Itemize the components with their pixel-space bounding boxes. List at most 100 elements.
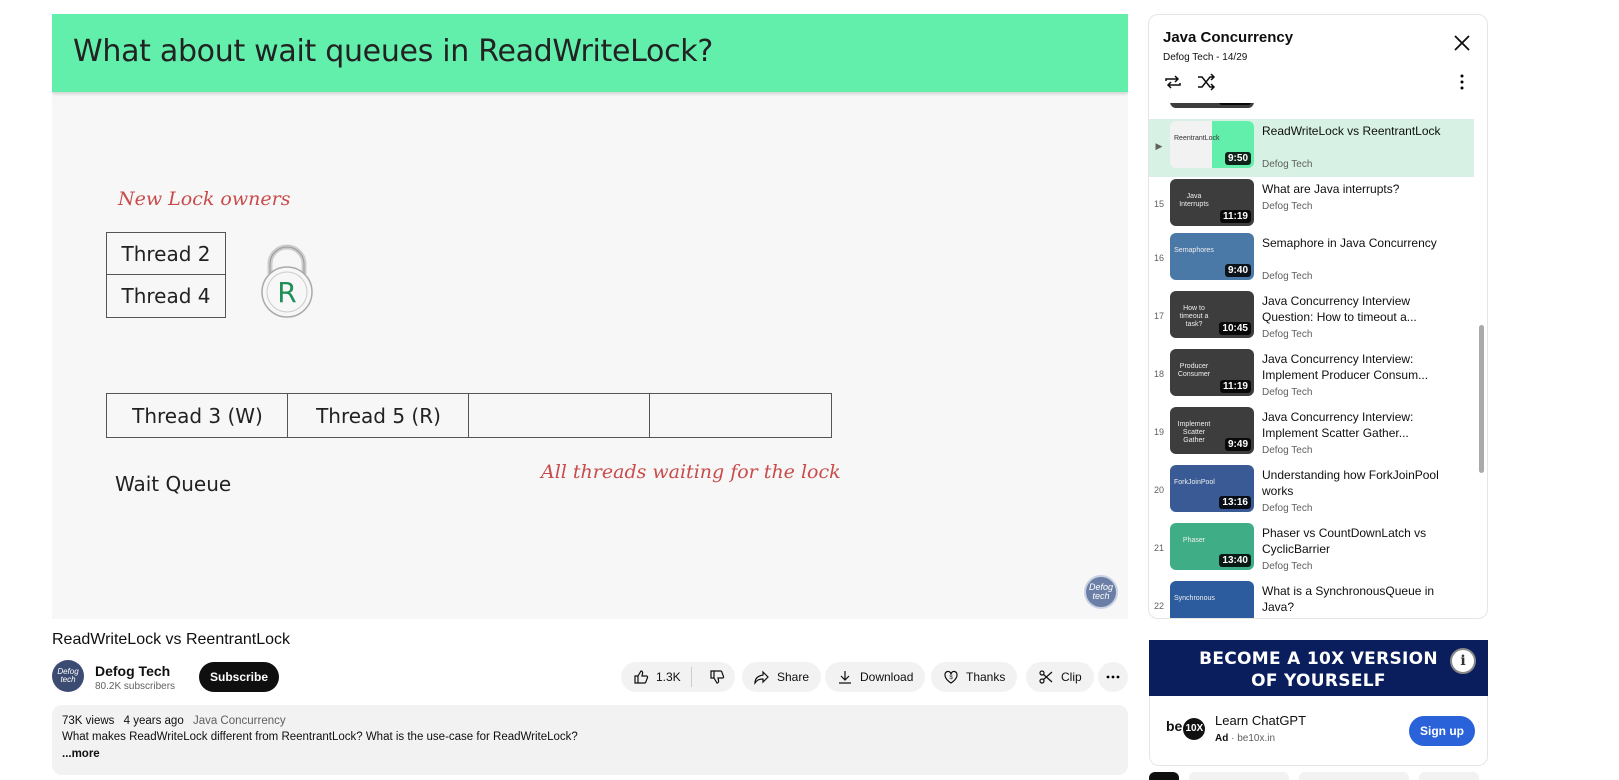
- playlist-item-title[interactable]: Phaser vs CountDownLatch vs CyclicBarrie…: [1262, 525, 1452, 557]
- more-actions-button[interactable]: [1098, 662, 1128, 692]
- video-thumbnail[interactable]: Java Interrupts 11:19: [1170, 179, 1254, 226]
- playlist-item-title[interactable]: Java Concurrency Interview Question: How…: [1262, 293, 1452, 325]
- playlist-item-channel: Defog Tech: [1262, 503, 1313, 514]
- video-thumbnail[interactable]: ReentrantLock13:17: [1170, 103, 1254, 108]
- like-button[interactable]: 1.3K: [621, 667, 692, 687]
- video-thumbnail[interactable]: ReentrantLock 9:50: [1170, 121, 1254, 168]
- dislike-button[interactable]: [699, 669, 735, 685]
- ad-label: Ad: [1215, 733, 1229, 744]
- thanks-button[interactable]: $ Thanks: [931, 662, 1018, 692]
- playlist-item-channel: Defog Tech: [1262, 445, 1313, 456]
- channel-name[interactable]: Defog Tech: [95, 663, 170, 679]
- playlist-item-index: 15: [1153, 199, 1164, 209]
- filter-chip[interactable]: [1189, 772, 1289, 780]
- filter-chip[interactable]: [1419, 772, 1479, 780]
- playlist-item-title[interactable]: Java Concurrency Interview: Implement Sc…: [1262, 409, 1452, 441]
- video-thumbnail[interactable]: How to timeout a task? 10:45: [1170, 291, 1254, 338]
- description-box[interactable]: 73K views 4 years ago Java Concurrency W…: [52, 705, 1128, 775]
- ad-title[interactable]: Learn ChatGPT: [1215, 713, 1306, 728]
- playlist-item-index: 22: [1153, 601, 1164, 611]
- ad-banner[interactable]: BECOME A 10X VERSION OF YOURSELF: [1149, 640, 1488, 696]
- queue-cell: Thread 5 (R): [287, 393, 470, 438]
- video-thumbnail[interactable]: Producer Consumer 11:19: [1170, 349, 1254, 396]
- info-icon[interactable]: i: [1450, 648, 1476, 674]
- playlist-item-title[interactable]: Understanding how ForkJoinPool works: [1262, 467, 1452, 499]
- playlist-item[interactable]: 21 Phaser 13:40 Phaser vs CountDownLatch vs…: [1149, 521, 1474, 577]
- playlist-item-title[interactable]: Semaphore in Java Concurrency: [1262, 235, 1452, 251]
- thumbs-up-icon: [634, 670, 649, 684]
- advertiser-logo-badge: 10X: [1183, 718, 1206, 740]
- thumbnail-caption: Java Interrupts: [1179, 193, 1209, 208]
- wait-queue-label: Wait Queue: [115, 472, 232, 496]
- duration-badge: 9:50: [1224, 152, 1251, 165]
- video-title: ReadWriteLock vs ReentrantLock: [52, 631, 291, 648]
- channel-avatar[interactable]: Defog tech: [52, 660, 84, 692]
- playlist-tag[interactable]: Java Concurrency: [193, 715, 286, 727]
- lock-letter: R: [277, 276, 296, 309]
- playlist-item-index: 21: [1153, 543, 1164, 553]
- download-button[interactable]: Download: [825, 662, 926, 692]
- advertiser-logo: be 10X: [1166, 718, 1206, 740]
- ad-banner-line1: BECOME A 10X VERSION: [1199, 649, 1438, 669]
- filter-chip[interactable]: [1149, 772, 1179, 780]
- playlist-item-channel: Defog Tech: [1262, 201, 1313, 212]
- thumbnail-caption: How to timeout a task?: [1179, 305, 1209, 328]
- thumbnail-caption: Producer Consumer: [1177, 363, 1211, 378]
- subscribe-button[interactable]: Subscribe: [199, 662, 279, 692]
- owner-cell: Thread 4: [106, 274, 226, 318]
- playlist-item-title[interactable]: What is a SynchronousQueue in Java?: [1262, 583, 1452, 615]
- more-horizontal-icon: [1106, 675, 1120, 679]
- close-icon[interactable]: [1452, 33, 1472, 53]
- video-thumbnail[interactable]: ForkJoinPool 13:16: [1170, 465, 1254, 512]
- playlist-item[interactable]: 22 Synchronous What is a SynchronousQueue …: [1149, 579, 1474, 618]
- duration-badge: 13:40: [1219, 554, 1251, 567]
- video-thumbnail[interactable]: Semaphores 9:40: [1170, 233, 1254, 280]
- loop-icon[interactable]: [1163, 73, 1183, 91]
- playlist-item[interactable]: 15 Java Interrupts 11:19 What are Java inte…: [1149, 177, 1474, 233]
- playlist-item-title[interactable]: Java Concurrency Interview: Implement Pr…: [1262, 351, 1452, 383]
- playlist-scrollbar[interactable]: [1479, 325, 1484, 473]
- playlist-item[interactable]: ▶ ReentrantLock 9:50 ReadWriteLock vs Reent…: [1149, 119, 1474, 177]
- show-more-link[interactable]: ...more: [62, 748, 1118, 760]
- video-thumbnail[interactable]: Implement Scatter Gather 9:49: [1170, 407, 1254, 454]
- playlist-item-title[interactable]: What are Java interrupts?: [1262, 181, 1452, 197]
- sign-up-button[interactable]: Sign up: [1409, 716, 1475, 746]
- view-count: 73K views: [62, 715, 115, 727]
- owner-cell: Thread 2: [106, 232, 226, 276]
- channel-watermark[interactable]: Defog tech: [1084, 575, 1118, 609]
- new-lock-owners-label: New Lock owners: [118, 188, 291, 210]
- download-icon: [839, 671, 851, 684]
- share-label: Share: [777, 670, 810, 684]
- shuffle-icon[interactable]: [1196, 73, 1216, 91]
- playlist-items: 13ReentrantLock13:17tryLock and moreDefo…: [1149, 103, 1487, 618]
- thumbs-down-icon: [710, 670, 724, 684]
- thumbnail-caption: Phaser: [1182, 537, 1206, 544]
- video-thumbnail[interactable]: Synchronous: [1170, 581, 1254, 618]
- thanks-icon: $: [944, 670, 958, 684]
- lock-icon: R: [261, 244, 313, 318]
- filter-chip[interactable]: [1299, 772, 1409, 780]
- more-vertical-icon[interactable]: [1452, 73, 1472, 91]
- all-threads-waiting-label: All threads waiting for the lock: [541, 461, 841, 483]
- advertiser-logo-text: be: [1166, 718, 1183, 734]
- playlist-item[interactable]: 20 ForkJoinPool 13:16 Understanding how For…: [1149, 463, 1474, 519]
- ad-meta: Ad · be10x.in: [1215, 733, 1276, 744]
- slide-header: What about wait queues in ReadWriteLock?: [52, 14, 1128, 92]
- playlist-item[interactable]: 13ReentrantLock13:17tryLock and moreDefo…: [1149, 103, 1474, 115]
- clip-button[interactable]: Clip: [1026, 662, 1094, 692]
- playlist-item[interactable]: 18 Producer Consumer 11:19 Java Concurrency…: [1149, 347, 1474, 403]
- playlist-item-channel: Defog Tech: [1262, 387, 1313, 398]
- playlist-item[interactable]: 16 Semaphores 9:40 Semaphore in Java Concur…: [1149, 231, 1474, 287]
- duration-badge: 10:45: [1219, 322, 1251, 335]
- subscriber-count: 80.2K subscribers: [95, 681, 176, 692]
- like-count: 1.3K: [656, 670, 681, 684]
- duration-badge: 11:19: [1219, 380, 1251, 393]
- playlist-item[interactable]: 19 Implement Scatter Gather 9:49 Java Concu…: [1149, 405, 1474, 461]
- playlist-item-title[interactable]: ReadWriteLock vs ReentrantLock: [1262, 123, 1452, 139]
- share-button[interactable]: Share: [742, 662, 822, 692]
- playlist-title[interactable]: Java Concurrency: [1163, 29, 1293, 46]
- video-player[interactable]: What about wait queues in ReadWriteLock?…: [52, 14, 1128, 619]
- description-text: What makes ReadWriteLock different from …: [62, 731, 578, 743]
- video-thumbnail[interactable]: Phaser 13:40: [1170, 523, 1254, 570]
- playlist-item[interactable]: 17 How to timeout a task? 10:45 Java Concur…: [1149, 289, 1474, 345]
